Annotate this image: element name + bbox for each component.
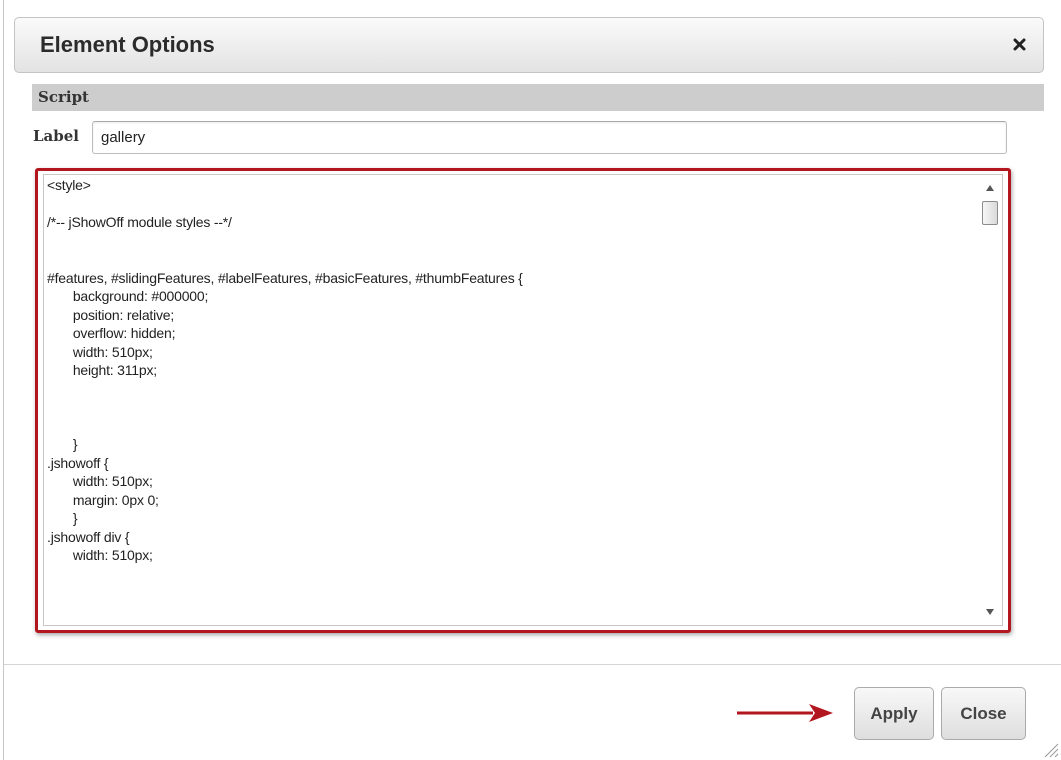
close-x-icon[interactable] — [1009, 33, 1031, 55]
label-input[interactable] — [92, 121, 1007, 154]
triangle-down-icon[interactable] — [978, 603, 1002, 621]
section-title: Script — [38, 88, 89, 106]
arrow-right-icon — [737, 704, 833, 722]
script-scrollbar[interactable] — [978, 175, 1002, 625]
close-button[interactable]: Close — [941, 687, 1026, 740]
resize-grip-icon[interactable] — [1041, 740, 1059, 758]
scrollbar-thumb[interactable] — [982, 201, 998, 225]
script-textarea[interactable]: <style> /*-- jShowOff module styles --*/… — [43, 174, 1003, 626]
dialog-titlebar[interactable]: Element Options — [14, 17, 1044, 73]
dialog-title: Element Options — [40, 32, 215, 57]
triangle-up-icon[interactable] — [978, 179, 1002, 197]
element-options-dialog: Element Options Script Label <style> /*-… — [0, 0, 1061, 760]
dialog-border — [3, 0, 4, 760]
label-field-label: Label — [33, 127, 79, 145]
script-content[interactable]: <style> /*-- jShowOff module styles --*/… — [44, 175, 976, 566]
apply-button[interactable]: Apply — [854, 687, 934, 740]
footer-divider — [4, 664, 1061, 665]
section-header-script: Script — [32, 84, 1044, 111]
